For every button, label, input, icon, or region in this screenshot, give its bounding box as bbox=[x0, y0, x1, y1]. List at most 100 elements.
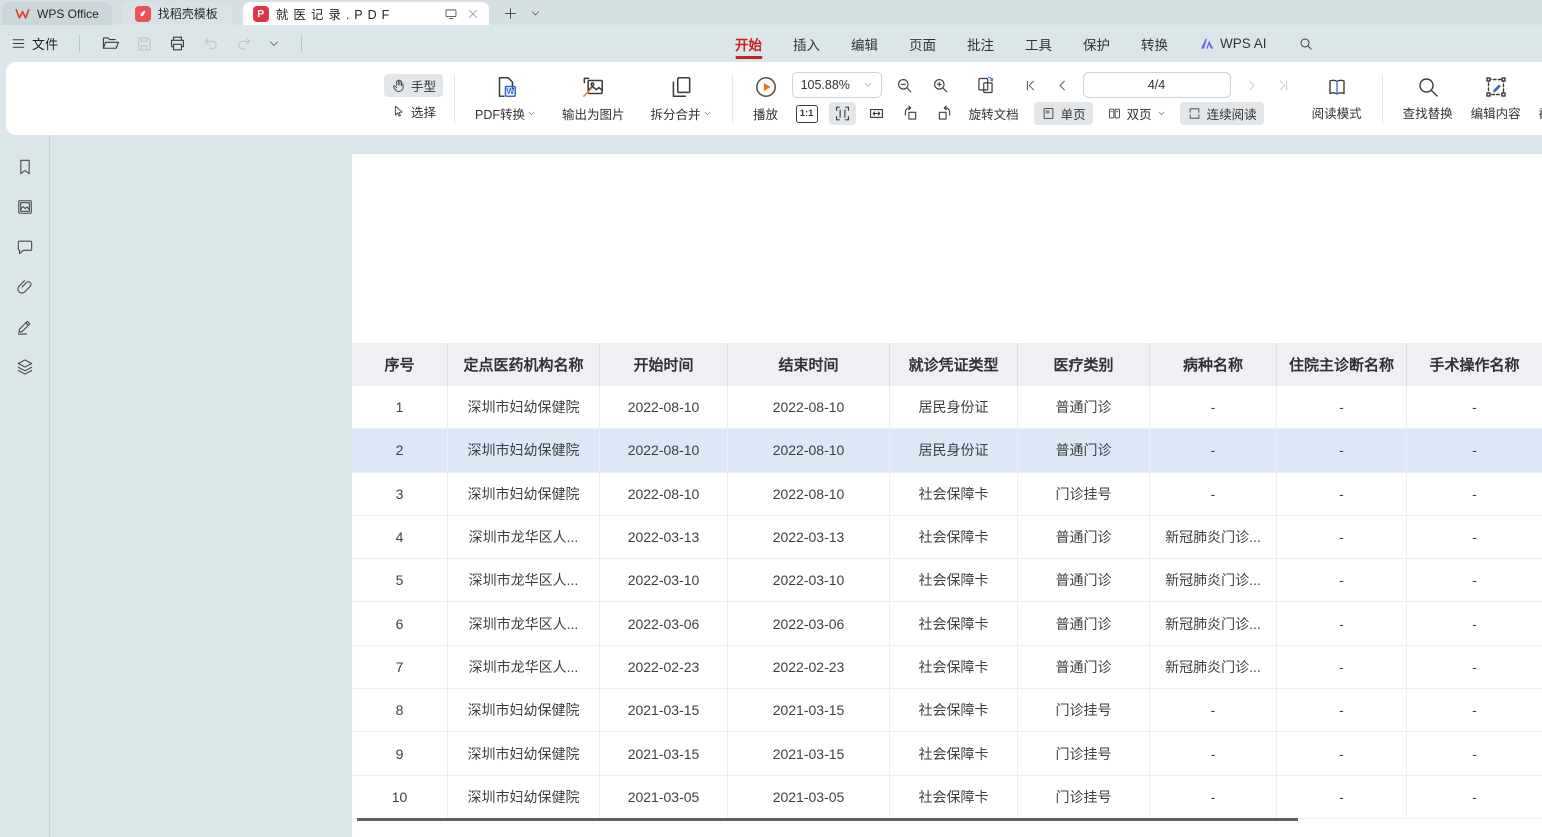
split-merge-button[interactable]: 拆分合并 bbox=[642, 71, 721, 126]
screenshot-compare-label: 截图对比 bbox=[1539, 103, 1542, 122]
table-header-cell: 医疗类别 bbox=[1018, 343, 1150, 386]
menu-item-annotate[interactable]: 批注 bbox=[967, 25, 994, 62]
rotate-doc-label[interactable]: 旋转文档 bbox=[969, 104, 1019, 123]
quickbar-more-button[interactable] bbox=[268, 38, 280, 50]
tab-label: WPS Office bbox=[37, 7, 99, 21]
single-page-button[interactable]: 单页 bbox=[1034, 102, 1093, 125]
table-cell: 2021-03-05 bbox=[728, 776, 890, 818]
continuous-read-button[interactable]: 连续阅读 bbox=[1180, 102, 1264, 125]
chevron-down-icon bbox=[1157, 109, 1166, 118]
table-cell: 深圳市妇幼保健院 bbox=[448, 732, 600, 774]
menu-item-edit[interactable]: 编辑 bbox=[851, 25, 878, 62]
comment-icon[interactable] bbox=[15, 237, 35, 257]
pdf-convert-button[interactable]: W PDF转换 bbox=[466, 71, 545, 126]
tab-wps-home[interactable]: WPS Office bbox=[2, 2, 112, 25]
print-button[interactable] bbox=[168, 34, 187, 53]
table-cell: 普通门诊 bbox=[1018, 646, 1150, 688]
first-page-button[interactable] bbox=[1019, 76, 1042, 95]
previous-page-button[interactable] bbox=[1051, 76, 1074, 95]
table-cell: 2021-03-15 bbox=[600, 689, 728, 731]
table-cell: 社会保障卡 bbox=[890, 689, 1018, 731]
pdf-page[interactable]: 序号定点医药机构名称开始时间结束时间就诊凭证类型医疗类别病种名称住院主诊断名称手… bbox=[352, 154, 1542, 837]
table-cell: - bbox=[1407, 516, 1542, 558]
find-replace-button[interactable]: 查找替换 bbox=[1394, 72, 1462, 125]
select-tool-button[interactable]: 选择 bbox=[384, 100, 443, 123]
read-mode-button[interactable]: 阅读模式 bbox=[1303, 72, 1371, 125]
pdf-convert-icon: W bbox=[493, 74, 519, 100]
wps-ai-button[interactable]: WPS AI bbox=[1199, 25, 1267, 62]
new-tab-plus-icon[interactable] bbox=[503, 6, 518, 21]
table-cell: 2022-02-23 bbox=[728, 646, 890, 688]
table-cell: 门诊挂号 bbox=[1018, 776, 1150, 818]
monitor-icon[interactable] bbox=[444, 7, 458, 21]
save-button[interactable] bbox=[135, 35, 153, 53]
rotate-right-button[interactable] bbox=[931, 102, 958, 125]
rotate-left-icon bbox=[901, 104, 920, 123]
table-body: 1深圳市妇幼保健院2022-08-102022-08-10居民身份证普通门诊--… bbox=[352, 386, 1542, 819]
table-cell: 2021-03-05 bbox=[600, 776, 728, 818]
export-image-label: 输出为图片 bbox=[562, 104, 625, 123]
table-cell: 新冠肺炎门诊... bbox=[1150, 559, 1277, 601]
double-page-button[interactable]: 双页 bbox=[1100, 102, 1173, 125]
page-indicator-input[interactable]: 4/4 bbox=[1083, 72, 1231, 98]
table-cell: 新冠肺炎门诊... bbox=[1150, 602, 1277, 644]
actual-size-button[interactable]: 1:1 bbox=[792, 103, 822, 125]
open-file-button[interactable] bbox=[101, 34, 120, 53]
layers-icon[interactable] bbox=[15, 357, 35, 377]
close-tab-icon[interactable] bbox=[467, 8, 479, 20]
continuous-read-icon bbox=[1187, 106, 1202, 121]
docer-icon bbox=[135, 6, 151, 22]
select-tool-label: 选择 bbox=[411, 102, 436, 121]
zoom-level-select[interactable]: 105.88% bbox=[792, 72, 882, 98]
search-icon[interactable] bbox=[1298, 36, 1314, 52]
thumbnails-icon[interactable] bbox=[15, 197, 35, 217]
one-to-one-icon: 1:1 bbox=[796, 105, 818, 123]
save-icon bbox=[135, 35, 153, 53]
menu-item-convert[interactable]: 转换 bbox=[1141, 25, 1168, 62]
zoom-out-button[interactable] bbox=[891, 74, 918, 97]
table-cell: 深圳市龙华区人... bbox=[448, 559, 600, 601]
table-cell: 新冠肺炎门诊... bbox=[1150, 516, 1277, 558]
hand-tool-button[interactable]: 手型 bbox=[384, 74, 443, 97]
fit-page-button[interactable] bbox=[829, 102, 856, 125]
menu-item-insert[interactable]: 插入 bbox=[793, 25, 820, 62]
table-cell: 3 bbox=[352, 473, 448, 515]
rotate-left-button[interactable] bbox=[897, 102, 924, 125]
table-cell: 普通门诊 bbox=[1018, 429, 1150, 471]
menu-item-protect[interactable]: 保护 bbox=[1083, 25, 1110, 62]
tab-list-chevron-icon[interactable] bbox=[530, 8, 541, 19]
table-cell: 居民身份证 bbox=[890, 386, 1018, 428]
last-page-button[interactable] bbox=[1272, 76, 1295, 95]
tab-document-active[interactable]: P 就医记录.PDF bbox=[243, 2, 489, 25]
file-menu-button[interactable]: 文件 bbox=[11, 34, 58, 53]
attachment-icon[interactable] bbox=[15, 277, 35, 297]
table-cell: 2022-03-10 bbox=[600, 559, 728, 601]
tab-docer-templates[interactable]: 找稻壳模板 bbox=[122, 2, 231, 25]
signature-pen-icon[interactable] bbox=[15, 317, 35, 337]
table-cell: 社会保障卡 bbox=[890, 732, 1018, 774]
menu-item-page[interactable]: 页面 bbox=[909, 25, 936, 62]
undo-button[interactable] bbox=[202, 35, 220, 53]
table-cell: 社会保障卡 bbox=[890, 473, 1018, 515]
fit-width-icon bbox=[867, 104, 886, 123]
table-cell: - bbox=[1277, 602, 1407, 644]
zoom-in-icon bbox=[931, 76, 950, 95]
edit-content-button[interactable]: 编辑内容 bbox=[1462, 72, 1530, 125]
next-page-button[interactable] bbox=[1240, 76, 1263, 95]
redo-button[interactable] bbox=[235, 35, 253, 53]
screenshot-compare-button[interactable]: 截图对比 bbox=[1530, 72, 1542, 125]
quick-access-bar: 文件 bbox=[0, 34, 308, 53]
table-cell: 社会保障卡 bbox=[890, 602, 1018, 644]
table-cell: 2022-08-10 bbox=[728, 429, 890, 471]
play-button[interactable]: 播放 bbox=[744, 71, 788, 126]
bookmark-icon[interactable] bbox=[15, 157, 35, 177]
replace-pages-button[interactable] bbox=[971, 73, 1000, 98]
table-header-cell: 定点医药机构名称 bbox=[448, 343, 600, 386]
table-cell: 2021-03-15 bbox=[600, 732, 728, 774]
fit-width-button[interactable] bbox=[863, 102, 890, 125]
double-page-label: 双页 bbox=[1127, 104, 1152, 123]
menu-item-home[interactable]: 开始 bbox=[735, 25, 762, 62]
zoom-in-button[interactable] bbox=[927, 74, 954, 97]
export-image-button[interactable]: 输出为图片 bbox=[553, 71, 634, 126]
menu-item-tools[interactable]: 工具 bbox=[1025, 25, 1052, 62]
